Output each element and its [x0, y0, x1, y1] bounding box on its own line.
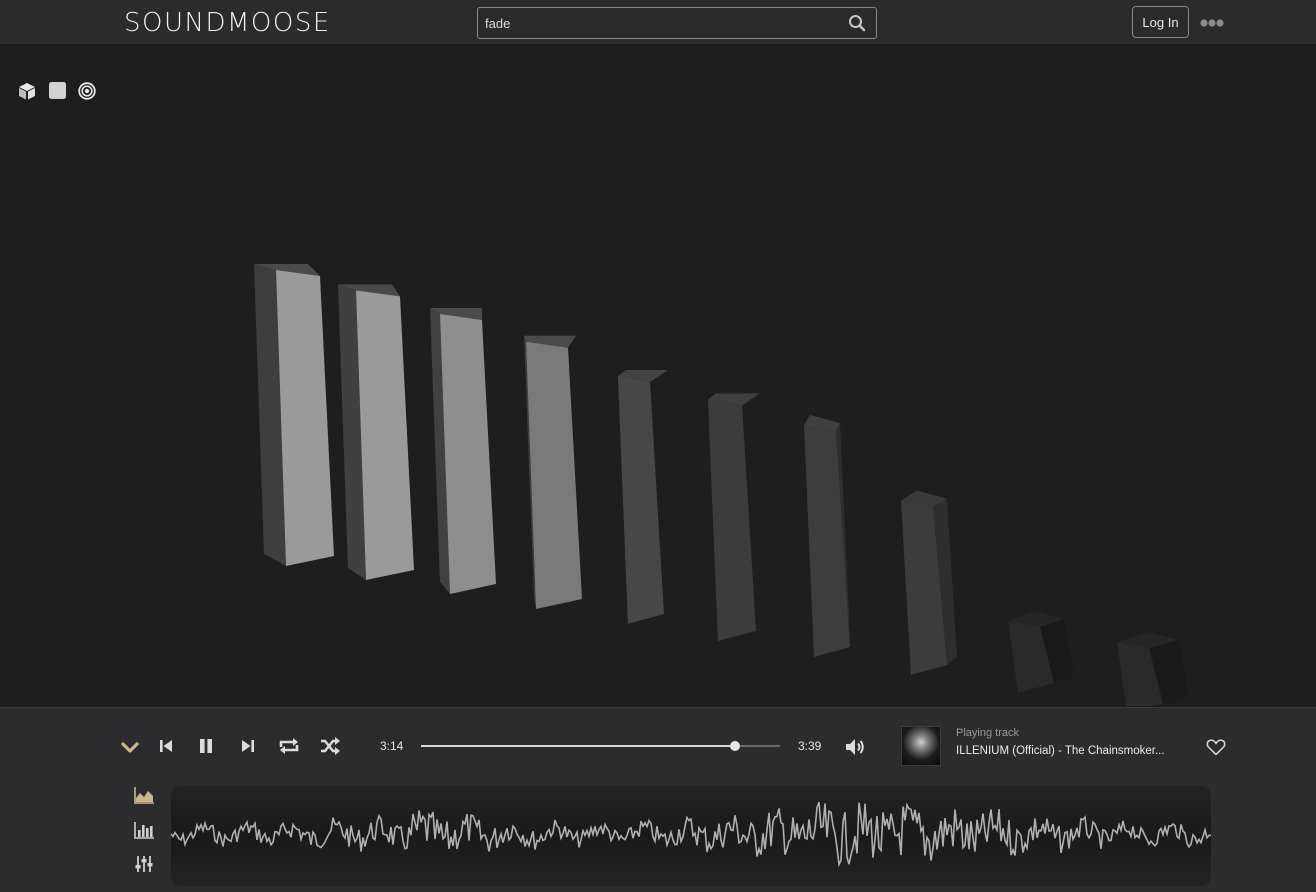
volume-icon[interactable] [842, 734, 868, 760]
visualizer-bar [1117, 632, 1189, 706]
progress-bar[interactable] [421, 741, 780, 751]
player-bar: 3:14 3:39 Playing track ILLENIUM (Offici… [0, 707, 1316, 892]
track-title[interactable]: ILLENIUM (Official) - The Chainsmoker... [956, 745, 1176, 757]
next-track-icon[interactable] [235, 733, 261, 759]
app-logo[interactable]: SOUNDMOOSE [124, 8, 331, 38]
search-icon[interactable] [848, 14, 866, 32]
visualizer-3d-bars [254, 264, 1189, 706]
top-bar: SOUNDMOOSE Log In [0, 0, 1316, 45]
visualizer-bar [338, 284, 414, 580]
login-button[interactable]: Log In [1132, 6, 1189, 38]
area-chart-icon[interactable] [133, 785, 155, 805]
now-playing-label: Playing track [956, 727, 1019, 739]
waveform-display[interactable] [171, 786, 1211, 886]
pause-icon[interactable] [193, 733, 219, 759]
bar-chart-icon[interactable] [133, 820, 155, 840]
visualizer-bar [618, 370, 668, 624]
progress-handle[interactable] [729, 741, 740, 751]
more-options-icon[interactable] [1199, 18, 1225, 28]
visualizer-bar [430, 308, 496, 594]
search-box[interactable] [477, 7, 877, 39]
progress-fill [421, 745, 735, 747]
total-time: 3:39 [798, 739, 822, 753]
visualizer-bar [254, 264, 334, 566]
collapse-chevron-icon[interactable] [117, 734, 143, 760]
album-art[interactable] [901, 726, 941, 766]
heart-icon[interactable] [1205, 736, 1227, 758]
previous-track-icon[interactable] [153, 733, 179, 759]
current-time: 3:14 [380, 739, 404, 753]
shuffle-icon[interactable] [317, 733, 343, 759]
visualizer-bar [1008, 611, 1074, 693]
equalizer-sliders-icon[interactable] [133, 854, 155, 874]
search-input[interactable] [485, 13, 835, 33]
visualizer-bar [708, 393, 760, 641]
visualizer-bar [804, 415, 850, 657]
visualizer-bar [524, 335, 582, 609]
visualizer-bar [901, 490, 957, 675]
waveform-line [171, 801, 1211, 868]
repeat-icon[interactable] [276, 733, 302, 759]
